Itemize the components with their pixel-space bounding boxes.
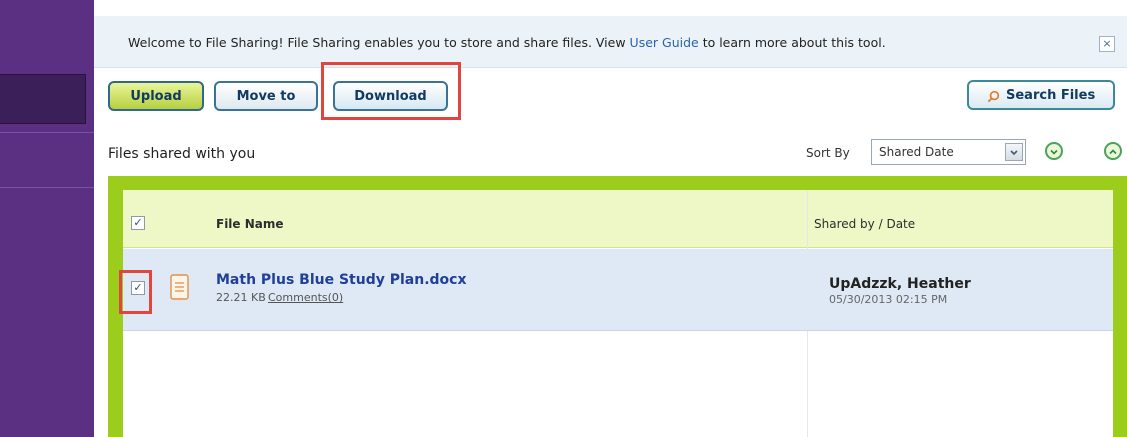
search-files-button[interactable]: Search Files (967, 80, 1115, 110)
download-highlight (321, 62, 461, 120)
upload-button[interactable]: Upload (108, 81, 204, 111)
table-row[interactable]: ✓ Math Plus Blue Study Plan.docx 22.21 K… (119, 249, 1113, 331)
select-all-checkbox[interactable]: ✓ (131, 216, 145, 230)
chevron-down-icon (1005, 143, 1023, 161)
file-name-link[interactable]: Math Plus Blue Study Plan.docx (216, 272, 466, 288)
files-table: ✓ File Name Shared by / Date ✓ Math Plus… (119, 190, 1113, 437)
move-to-button[interactable]: Move to (214, 81, 318, 111)
search-files-label: Search Files (1006, 88, 1096, 103)
user-guide-link[interactable]: User Guide (630, 35, 699, 50)
files-panel: ✓ File Name Shared by / Date ✓ Math Plus… (108, 176, 1127, 437)
search-icon (987, 90, 1000, 103)
comments-link[interactable]: Comments(0) (268, 291, 343, 304)
sidebar (0, 0, 94, 437)
welcome-message: Welcome to File Sharing! File Sharing en… (128, 35, 886, 50)
document-icon (170, 274, 189, 300)
sort-up-icon[interactable] (1104, 142, 1122, 160)
sort-select[interactable]: Shared Date (871, 139, 1026, 165)
page-title: Files shared with you (108, 146, 256, 162)
column-file-name[interactable]: File Name (216, 217, 284, 231)
checkbox-icon: ✓ (131, 216, 145, 230)
welcome-text-end: to learn more about this tool. (698, 35, 886, 50)
sort-value: Shared Date (879, 145, 954, 159)
sidebar-divider (0, 187, 94, 188)
table-header: ✓ File Name Shared by / Date (123, 190, 1113, 248)
sidebar-divider (0, 132, 94, 133)
welcome-text: Welcome to File Sharing! File Sharing en… (128, 35, 630, 50)
sort-down-icon[interactable] (1045, 142, 1063, 160)
file-size: 22.21 KB (216, 291, 266, 304)
shared-by-name: UpAdzzk, Heather (829, 276, 971, 292)
welcome-banner: Welcome to File Sharing! File Sharing en… (94, 16, 1127, 68)
column-shared-by[interactable]: Shared by / Date (814, 217, 915, 231)
close-icon[interactable]: × (1099, 36, 1115, 52)
sidebar-item-selected[interactable] (0, 74, 86, 124)
checkbox-highlight (119, 270, 152, 314)
sort-label: Sort By (806, 146, 850, 160)
main-content: Welcome to File Sharing! File Sharing en… (94, 0, 1127, 437)
shared-date: 05/30/2013 02:15 PM (829, 293, 948, 306)
